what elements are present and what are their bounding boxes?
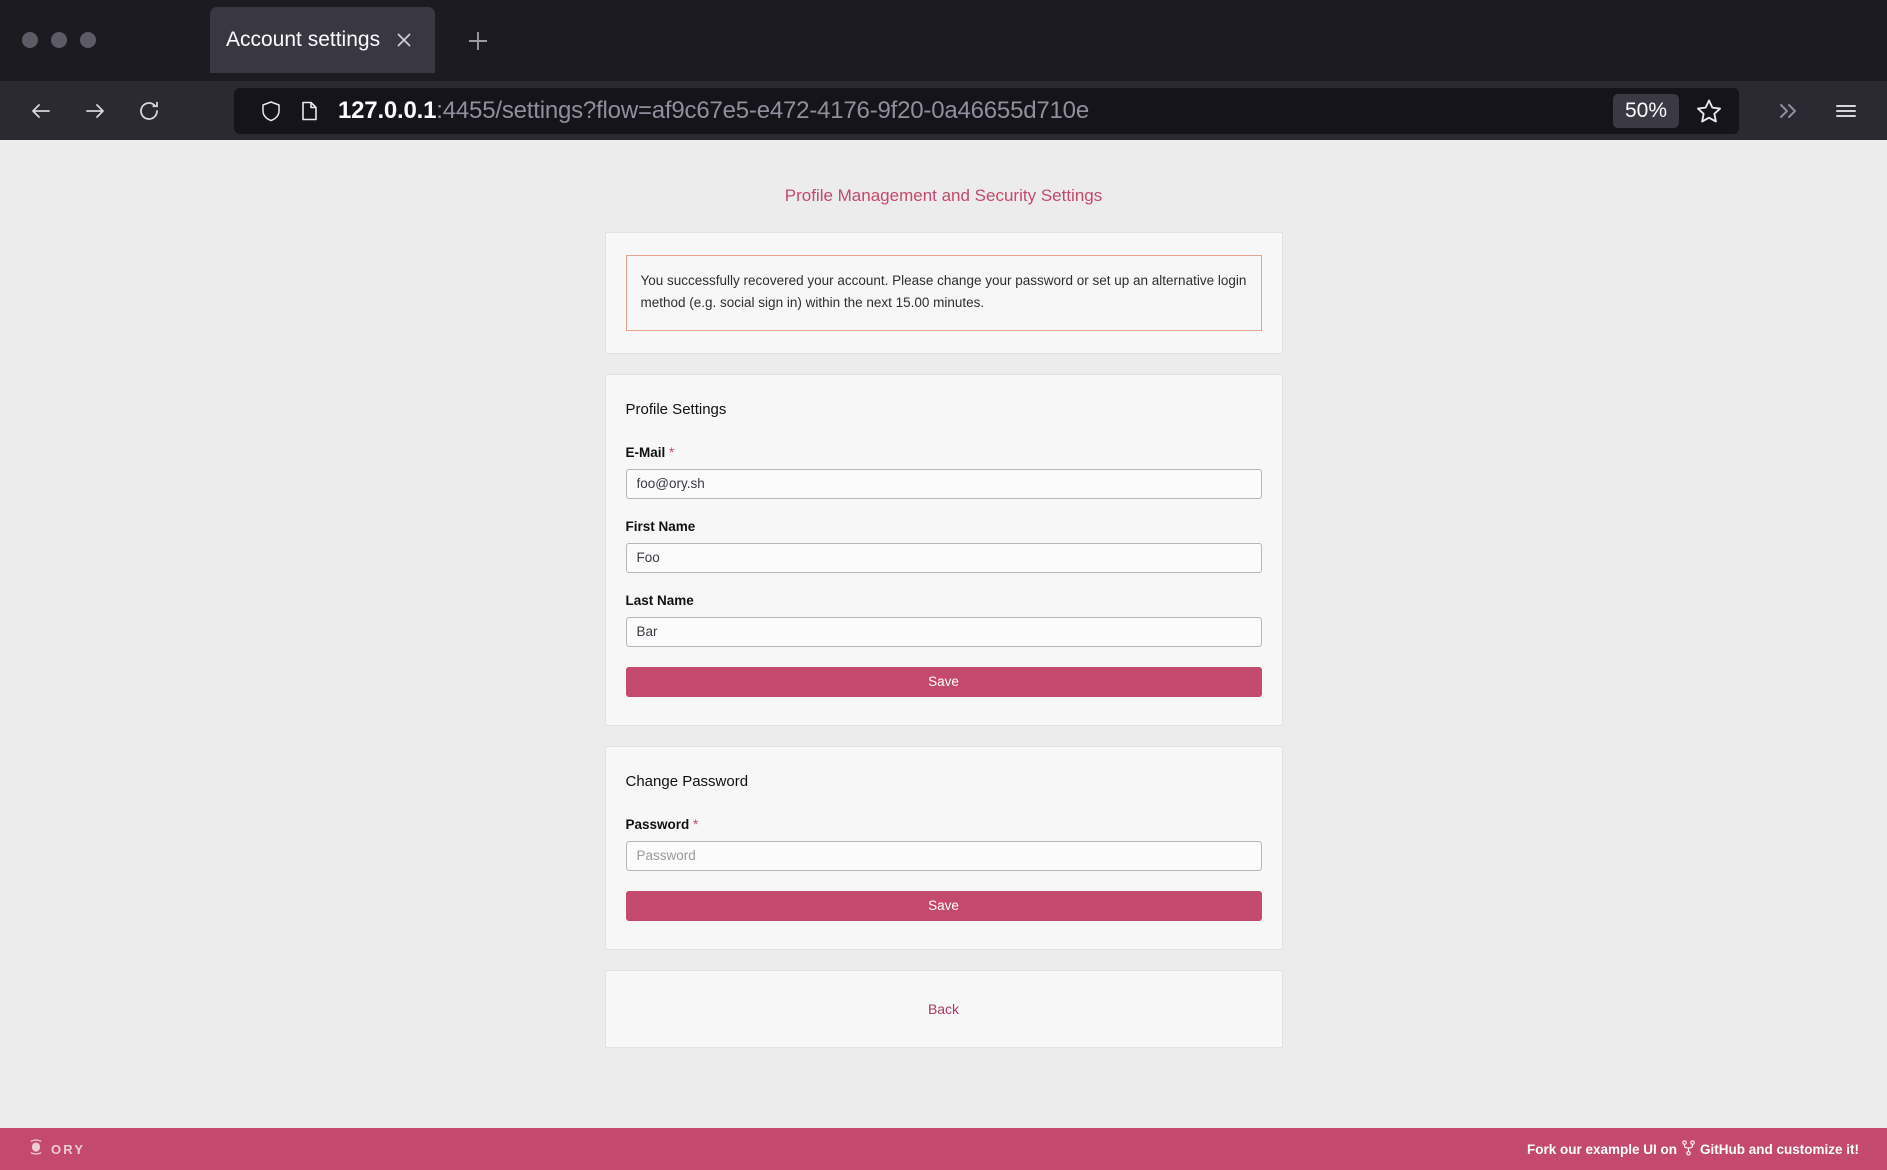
chevron-double-right-icon[interactable] [1759,89,1813,133]
profile-settings-card: Profile Settings E-Mail * First Name Las… [604,373,1283,726]
reload-icon[interactable] [122,89,176,133]
alert-card: You successfully recovered your account.… [604,232,1283,354]
tab-title: Account settings [226,28,381,51]
email-label-text: E-Mail [625,444,666,460]
ory-logo-icon [28,1138,44,1161]
shield-icon[interactable] [252,92,290,130]
fork-text-before: Fork our example UI on [1526,1141,1677,1157]
navigation-toolbar: 127.0.0.1:4455/settings?flow=af9c67e5-e4… [0,81,1887,140]
git-fork-icon [1682,1139,1695,1159]
password-field-group: Password * [625,817,1262,871]
page-icon[interactable] [290,92,328,130]
back-card: Back [604,969,1283,1048]
password-save-button[interactable]: Save [625,890,1262,921]
url-text[interactable]: 127.0.0.1:4455/settings?flow=af9c67e5-e4… [338,97,1613,125]
toolbar-right-buttons [1759,89,1873,133]
required-asterisk: * [693,816,699,832]
last-name-label: Last Name [625,592,694,608]
last-name-input[interactable] [625,616,1262,647]
window-close-dot[interactable] [80,32,96,48]
fork-ui-message[interactable]: Fork our example UI on GitHub and custom… [1526,1139,1859,1159]
first-name-label: First Name [625,518,696,534]
last-name-field-group: Last Name [625,592,1262,647]
browser-tab-account-settings[interactable]: Account settings [210,7,435,73]
password-label-text: Password [625,816,690,832]
required-asterisk: * [669,444,675,460]
profile-settings-heading: Profile Settings [625,400,727,418]
page-footer: ORY Fork our example UI on GitHub and cu… [0,1128,1887,1170]
close-icon[interactable] [387,23,421,57]
window-maximize-dot[interactable] [51,32,67,48]
tab-strip: Account settings [0,0,1887,81]
page-title: Profile Management and Security Settings [784,186,1103,205]
window-controls [22,32,96,48]
arrow-left-icon[interactable] [14,89,68,133]
star-icon[interactable] [1687,91,1731,131]
password-input[interactable] [625,840,1262,871]
arrow-right-icon[interactable] [68,89,122,133]
first-name-input[interactable] [625,542,1262,573]
url-host: 127.0.0.1 [338,96,437,124]
change-password-card: Change Password Password * Save [604,745,1283,950]
email-input[interactable] [625,468,1262,499]
plus-icon[interactable] [456,19,500,63]
profile-save-button[interactable]: Save [625,666,1262,697]
back-link[interactable]: Back [928,1001,959,1017]
address-bar[interactable]: 127.0.0.1:4455/settings?flow=af9c67e5-e4… [234,87,1739,134]
page-scroll-area: Profile Management and Security Settings… [0,140,1887,1128]
email-field-group: E-Mail * [625,445,1262,499]
email-label: E-Mail * [626,445,1262,460]
window-minimize-dot[interactable] [22,32,38,48]
browser-window: Account settings 127.0.0.1:4455/settings… [0,0,1887,1170]
status-alert-message: You successfully recovered your account.… [625,255,1262,331]
first-name-field-group: First Name [625,518,1262,573]
ory-logo: ORY [28,1138,85,1161]
url-path: :4455/settings?flow=af9c67e5-e472-4176-9… [436,96,1089,124]
fork-text-after: GitHub and customize it! [1699,1141,1859,1157]
page-container: Profile Management and Security Settings… [604,186,1283,1048]
page-viewport: Profile Management and Security Settings… [0,140,1887,1170]
hamburger-menu-icon[interactable] [1819,89,1873,133]
ory-logo-text: ORY [51,1141,86,1157]
password-label: Password * [626,817,1262,832]
change-password-heading: Change Password [625,772,749,790]
zoom-level-badge[interactable]: 50% [1612,93,1679,128]
